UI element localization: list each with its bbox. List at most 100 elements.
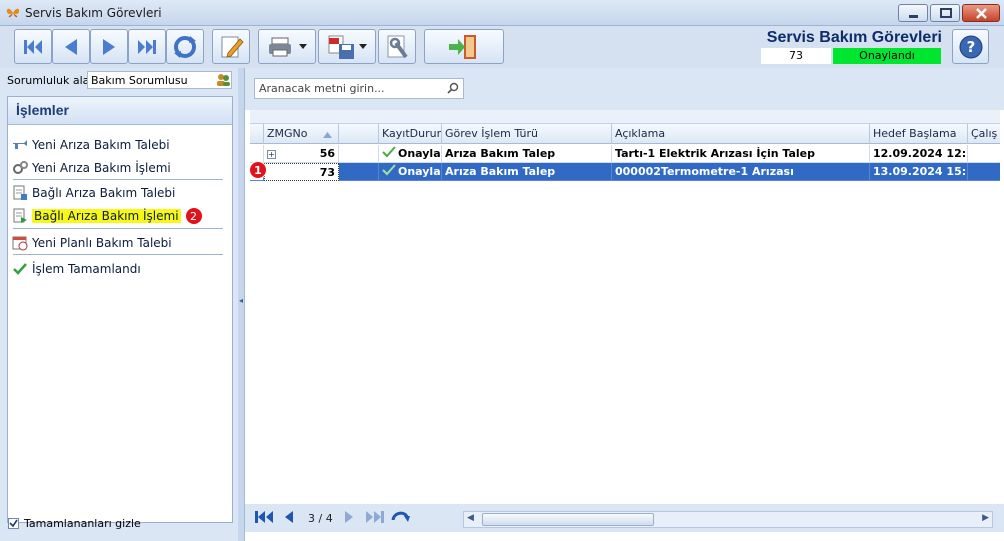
help-button[interactable]: ? xyxy=(952,29,989,64)
grid-header: ZMGNo KayıtDurumu Görev İşlem Türü Açıkl… xyxy=(250,124,1000,144)
new-request-icon xyxy=(12,137,28,153)
page-indicator: 3 / 4 xyxy=(308,512,333,525)
new-operation-icon xyxy=(12,160,28,176)
column-description[interactable]: Açıklama xyxy=(612,124,870,144)
edit-icon xyxy=(218,33,244,61)
refresh-icon xyxy=(172,34,198,60)
left-panel: Sorumluluk alanı Bakım Sorumlusu İşlemle… xyxy=(0,68,238,541)
pager-first-icon[interactable] xyxy=(255,510,275,528)
pager-last-icon[interactable] xyxy=(365,510,385,528)
sort-asc-icon xyxy=(323,128,332,141)
column-blank[interactable] xyxy=(339,124,379,144)
cell-blank[interactable] xyxy=(339,163,379,181)
minimize-button[interactable] xyxy=(898,4,928,22)
cell-description[interactable]: 000002Termometre-1 Arızası xyxy=(612,163,870,181)
check-icon xyxy=(12,261,28,277)
scroll-thumb[interactable] xyxy=(482,513,654,526)
svg-text:?: ? xyxy=(966,38,975,56)
print-button[interactable] xyxy=(258,29,316,64)
cell-work[interactable] xyxy=(968,145,1000,163)
table-row[interactable]: + 56 Onaylandı Arıza Bakım Talep Tartı-1… xyxy=(250,145,1000,163)
expand-icon[interactable]: + xyxy=(267,150,276,159)
status-badge: Onaylandı xyxy=(833,48,941,64)
op-new-fault-request[interactable]: Yeni Arıza Bakım Talebi xyxy=(12,136,170,154)
operations-title: İşlemler xyxy=(8,97,232,125)
close-button[interactable] xyxy=(962,4,1000,22)
butterfly-icon xyxy=(6,6,20,20)
hide-completed-option[interactable]: Tamamlananları gizle xyxy=(8,517,141,530)
linked-operation-icon xyxy=(12,208,28,224)
table-row-selected[interactable]: 1 73 Onaylandı Arıza Bakım Talep 000002T… xyxy=(249,161,1000,181)
first-record-button[interactable] xyxy=(14,29,52,64)
op-linked-fault-operation[interactable]: Bağlı Arıza Bakım İşlemi 2 xyxy=(12,207,203,225)
column-work[interactable]: Çalış xyxy=(968,124,1000,144)
print-dropdown-icon[interactable] xyxy=(299,43,307,50)
operations-panel: İşlemler Yeni Arıza Bakım Talebi Yeni Ar… xyxy=(7,96,233,523)
column-task-type[interactable]: Görev İşlem Türü xyxy=(442,124,612,144)
op-linked-fault-request[interactable]: Bağlı Arıza Bakım Talebi xyxy=(12,184,175,202)
scroll-left-icon[interactable]: ◀ xyxy=(467,513,474,523)
search-input[interactable]: Aranacak metni girin... xyxy=(254,78,464,99)
cell-target-start[interactable]: 12.09.2024 12:12 xyxy=(870,145,968,163)
window-title: Servis Bakım Görevleri xyxy=(25,6,162,20)
group-panel xyxy=(250,110,1000,124)
op-process-completed[interactable]: İşlem Tamamlandı xyxy=(12,260,141,278)
cell-description[interactable]: Tartı-1 Elektrik Arızası İçin Talep xyxy=(612,145,870,163)
op-label: Yeni Arıza Bakım Talebi xyxy=(32,138,170,152)
pager-next-icon[interactable] xyxy=(343,510,355,528)
divider xyxy=(13,228,223,229)
pager-prev-icon[interactable] xyxy=(283,510,295,528)
status-value: Onaylandı xyxy=(398,165,441,178)
op-label: Bağlı Arıza Bakım Talebi xyxy=(32,186,176,200)
help-icon: ? xyxy=(958,34,984,60)
exit-button[interactable] xyxy=(424,29,504,64)
cell-zmgno[interactable]: 73 xyxy=(264,163,339,181)
op-new-planned-request[interactable]: Yeni Planlı Bakım Talebi xyxy=(12,234,172,252)
cell-work[interactable] xyxy=(968,163,1000,181)
op-label: Yeni Arıza Bakım İşlemi xyxy=(32,161,171,175)
tools-button[interactable] xyxy=(378,29,416,64)
refresh-button[interactable] xyxy=(166,29,204,64)
responsibility-field[interactable]: Bakım Sorumlusu xyxy=(87,71,232,89)
previous-record-button[interactable] xyxy=(52,29,90,64)
column-target-start[interactable]: Hedef Başlama xyxy=(870,124,968,144)
cell-task-type[interactable]: Arıza Bakım Talep xyxy=(442,163,612,181)
cell-record-status[interactable]: Onaylandı xyxy=(379,163,442,181)
exit-icon xyxy=(447,33,481,61)
last-record-button[interactable] xyxy=(128,29,166,64)
main-panel: Aranacak metni girin... ZMGNo KayıtDurum… xyxy=(244,68,1004,541)
pdf-save-button[interactable] xyxy=(318,29,376,64)
column-record-status[interactable]: KayıtDurumu xyxy=(379,124,442,144)
hide-completed-checkbox[interactable] xyxy=(8,518,19,529)
page-title: Servis Bakım Görevleri xyxy=(766,29,942,46)
cell-target-start[interactable]: 13.09.2024 15:20 xyxy=(870,163,968,181)
linked-request-icon xyxy=(12,185,28,201)
column-zmgno[interactable]: ZMGNo xyxy=(264,124,339,144)
row-indicator: 1 xyxy=(249,161,267,181)
pager-refresh-icon[interactable] xyxy=(391,510,411,528)
pdf-dropdown-icon[interactable] xyxy=(359,43,367,50)
cell-task-type[interactable]: Arıza Bakım Talep xyxy=(442,145,612,163)
previous-record-icon xyxy=(59,37,83,57)
op-new-fault-operation[interactable]: Yeni Arıza Bakım İşlemi xyxy=(12,159,171,177)
maximize-button[interactable] xyxy=(930,4,960,22)
edit-button[interactable] xyxy=(212,29,250,64)
users-icon[interactable] xyxy=(216,73,230,90)
op-label: İşlem Tamamlandı xyxy=(32,262,141,276)
cell-zmgno[interactable]: + 56 xyxy=(264,145,339,163)
search-icon[interactable] xyxy=(447,82,459,97)
print-icon xyxy=(267,35,297,59)
collapse-arrow-icon[interactable]: ◂ xyxy=(239,296,243,305)
scroll-right-icon[interactable]: ▶ xyxy=(982,513,989,523)
responsibility-label: Sorumluluk alanı xyxy=(7,74,100,87)
indicator-column xyxy=(250,124,264,144)
horizontal-scrollbar[interactable]: ◀ ▶ xyxy=(463,511,993,528)
op-label: Yeni Planlı Bakım Talebi xyxy=(32,236,172,250)
cell-blank[interactable] xyxy=(339,145,379,163)
cell-record-status[interactable]: Onaylandı xyxy=(379,145,442,163)
first-record-icon xyxy=(21,37,45,57)
record-number: 73 xyxy=(761,48,831,64)
status-value: Onaylandı xyxy=(398,147,441,160)
search-area: Aranacak metni girin... xyxy=(245,68,1004,110)
next-record-button[interactable] xyxy=(90,29,128,64)
